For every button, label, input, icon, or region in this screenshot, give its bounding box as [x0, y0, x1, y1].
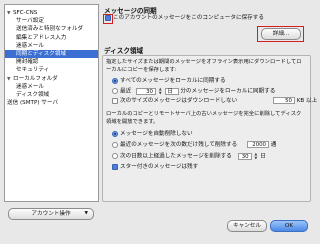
delete-days-radio[interactable]	[112, 153, 118, 159]
no-delete-label: メッセージを自動削除しない	[120, 131, 193, 137]
size-limit-row[interactable]: 次のサイズのメッセージはダウンロードしない 50 KB 以上	[112, 97, 317, 105]
sidebar-item[interactable]: ディスク領域	[16, 91, 49, 99]
sidebar-item-label: 送信 (SMTP) サーバ	[7, 100, 59, 107]
sidebar-item[interactable]: セキュリティ	[16, 66, 49, 74]
sidebar-item-label: ディスク領域	[16, 92, 50, 98]
sidebar-item-label: 開封確認	[16, 59, 39, 66]
no-delete-radio[interactable]	[112, 130, 118, 137]
account-tree: ▼ SFC-CNS サーバ設定 送信済みと特別なフォルダ 編集とアドレス入力 迷惑メール同…	[4, 4, 99, 202]
sidebar-item-label: 迷惑メール	[16, 83, 44, 90]
sync-all-label: すべてのメッセージをローカルに同期する	[120, 78, 226, 84]
sidebar-item[interactable]: 送信済みと特別なフォルダ	[16, 25, 83, 33]
sidebar-item-label: 迷惑メール	[16, 42, 44, 49]
details-button[interactable]: 詳細...	[261, 28, 301, 40]
keep-local-checkbox[interactable]	[105, 14, 111, 21]
size-limit-label: 次のサイズのメッセージはダウンロードしない	[120, 98, 238, 104]
sync-all-row[interactable]: すべてのメッセージをローカルに同期する	[112, 77, 226, 85]
disk-description: 指定したサイズまたは期間のメッセージをオフライン表示用にダウンロードしてローカル…	[106, 59, 302, 73]
keep-starred-row[interactable]: スター付きのメッセージは残す	[112, 163, 198, 171]
keep-local-label: このアカウントのメッセージをこのコンピュータに保存する	[113, 15, 264, 21]
cleanup-description: ローカルのコピーとリモートサーバ上の古いメッセージを完全に削除してディスク領域を…	[106, 111, 302, 125]
sidebar-item[interactable]: 編集とアドレス入力	[16, 34, 66, 42]
delete-days-field[interactable]: 30	[237, 152, 252, 160]
cancel-button[interactable]: キャンセル	[227, 220, 267, 232]
sidebar-item[interactable]: 開封確認	[16, 58, 38, 66]
size-limit-field[interactable]: 50	[272, 97, 295, 104]
size-limit-checkbox[interactable]	[112, 97, 118, 104]
delete-older-label: 最近のメッセージを次の数だけ残して削除する	[120, 142, 238, 148]
sync-recent-radio[interactable]	[112, 88, 118, 94]
delete-days-unit: 日	[260, 153, 266, 160]
chevron-down-icon: ▼	[84, 211, 88, 216]
sidebar-item-label: ローカルフォルダ	[13, 75, 58, 82]
keep-starred-label: スター付きのメッセージは残す	[120, 164, 199, 170]
delete-days-stepper-icon[interactable]: ▲ ▼	[253, 152, 258, 160]
sync-all-radio[interactable]	[112, 77, 118, 84]
sidebar-item[interactable]: 送信 (SMTP) サーバ	[7, 99, 58, 107]
sidebar-item-label: セキュリティ	[16, 67, 50, 74]
sidebar-item[interactable]: 同期とディスク領域	[5, 50, 98, 58]
delete-older-radio[interactable]	[112, 141, 118, 148]
delete-days-label: 次の日数以上経過したメッセージを削除する	[120, 153, 232, 160]
sidebar-item-label: サーバ設定	[16, 18, 44, 25]
delete-older-field[interactable]: 2000	[246, 141, 269, 148]
recent-unit-select[interactable]: 日	[164, 87, 179, 95]
disk-heading: ディスク領域	[104, 47, 144, 55]
delete-older-unit: 通	[270, 142, 277, 148]
sidebar-item-label: 送信済みと特別なフォルダ	[16, 26, 84, 33]
ok-button[interactable]: OK	[270, 220, 308, 232]
account-actions-button[interactable]: アカウント操作 ▼	[8, 208, 94, 220]
sidebar-item[interactable]: 迷惑メール	[16, 42, 44, 50]
keep-local-row[interactable]: このアカウントのメッセージをこのコンピュータに保存する	[105, 14, 264, 22]
sync-recent-suffix: 分のメッセージをローカルに同期する	[180, 88, 276, 95]
size-limit-unit: KB 以上	[296, 98, 318, 104]
delete-older-row[interactable]: 最近のメッセージを次の数だけ残して削除する 2000 通	[112, 141, 276, 149]
no-delete-row[interactable]: メッセージを自動削除しない	[112, 130, 193, 138]
sidebar-item-label: 同期とディスク領域	[16, 51, 66, 57]
sync-recent-row[interactable]: 最近 30 ▲ ▼ 日 分のメッセージをローカルに同期する	[112, 87, 275, 96]
delete-days-row[interactable]: 次の日数以上経過したメッセージを削除する 30 ▲ ▼ 日	[112, 152, 266, 161]
keep-starred-checkbox[interactable]	[112, 163, 118, 170]
sync-recent-label: 最近	[120, 88, 132, 95]
sidebar-item-label: SFC-CNS	[13, 10, 38, 16]
account-actions-label: アカウント操作	[31, 211, 71, 217]
sidebar-item[interactable]: サーバ設定	[16, 17, 44, 25]
sidebar-item-label: 編集とアドレス入力	[16, 34, 67, 41]
recent-value-field[interactable]: 30	[135, 87, 156, 95]
sidebar-item[interactable]: 迷惑メール	[16, 83, 44, 91]
recent-stepper-icon[interactable]: ▲ ▼	[158, 87, 163, 95]
